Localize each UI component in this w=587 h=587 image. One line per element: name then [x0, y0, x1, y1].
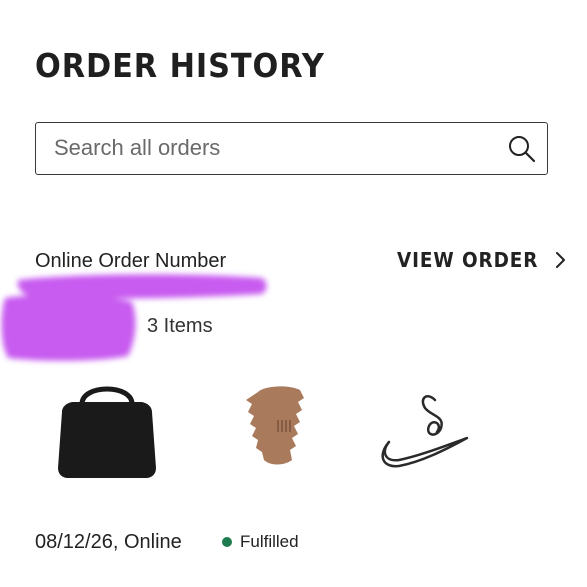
status-text: Fulfilled	[240, 532, 299, 551]
bag-icon[interactable]	[52, 380, 162, 480]
status-dot	[222, 537, 232, 547]
order-date: 08/12/26, Online	[35, 531, 182, 553]
chevron-right-icon	[555, 252, 565, 268]
order-number-label: Online Order Number	[35, 250, 227, 272]
items-count: 3 Items	[147, 315, 213, 337]
search-input[interactable]	[36, 123, 514, 173]
page-title: ORDER HISTORY	[35, 46, 325, 85]
view-order-label[interactable]: VIEW ORDER	[397, 248, 538, 272]
view-order-link[interactable]: VIEW ORDER	[397, 246, 567, 274]
search-box[interactable]	[35, 122, 548, 175]
status-badge: Fulfilled	[222, 532, 299, 552]
order-history-page: ORDER HISTORY Online Order Number VIEW O…	[0, 0, 587, 587]
search-icon[interactable]	[507, 134, 537, 164]
redaction-mark	[1, 274, 267, 361]
swoosh-charm-icon[interactable]	[375, 380, 485, 480]
hair-clip-icon[interactable]	[228, 380, 338, 480]
